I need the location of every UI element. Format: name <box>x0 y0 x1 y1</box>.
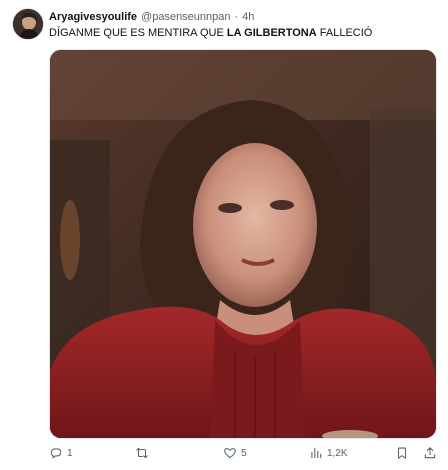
avatar[interactable] <box>12 8 44 40</box>
like-count: 5 <box>241 447 247 459</box>
tweet-text-bold: LA GILBERTONA <box>226 27 317 39</box>
heart-icon <box>224 448 236 459</box>
view-count: 1,2K <box>327 447 348 459</box>
tweet-media-image[interactable] <box>49 49 437 439</box>
tweet-text-part1: DÍGANME QUE ES MENTIRA QUE <box>49 27 227 39</box>
tweet-text-part2: FALLECIÓ <box>316 27 373 39</box>
reply-icon <box>50 448 62 459</box>
display-name[interactable]: Aryagivesyoulife <box>49 11 137 23</box>
share-icon <box>424 447 436 459</box>
like-button[interactable]: 5 <box>223 443 247 463</box>
reply-count: 1 <box>67 447 73 459</box>
tweet-text: DÍGANME QUE ES MENTIRA QUE LA GILBERTONA… <box>49 26 372 40</box>
tweet-header: Aryagivesyoulife @pasenseunnpan · 4h <box>49 10 254 24</box>
views-button[interactable]: 1,2K <box>309 443 348 463</box>
reply-button[interactable]: 1 <box>49 443 73 463</box>
share-button[interactable] <box>423 443 437 463</box>
separator-dot: · <box>234 11 239 23</box>
tweet-actions: 1 5 1,2K <box>47 443 439 463</box>
retweet-icon <box>136 447 148 459</box>
user-handle[interactable]: @pasenseunnpan <box>141 11 230 23</box>
bookmark-button[interactable] <box>395 443 409 463</box>
retweet-button[interactable] <box>135 443 153 463</box>
tweet-card[interactable]: Aryagivesyoulife @pasenseunnpan · 4h DÍG… <box>0 0 448 470</box>
photo-icon <box>50 50 436 438</box>
analytics-icon <box>311 447 322 459</box>
timestamp[interactable]: 4h <box>242 11 254 23</box>
bookmark-icon <box>397 447 407 459</box>
